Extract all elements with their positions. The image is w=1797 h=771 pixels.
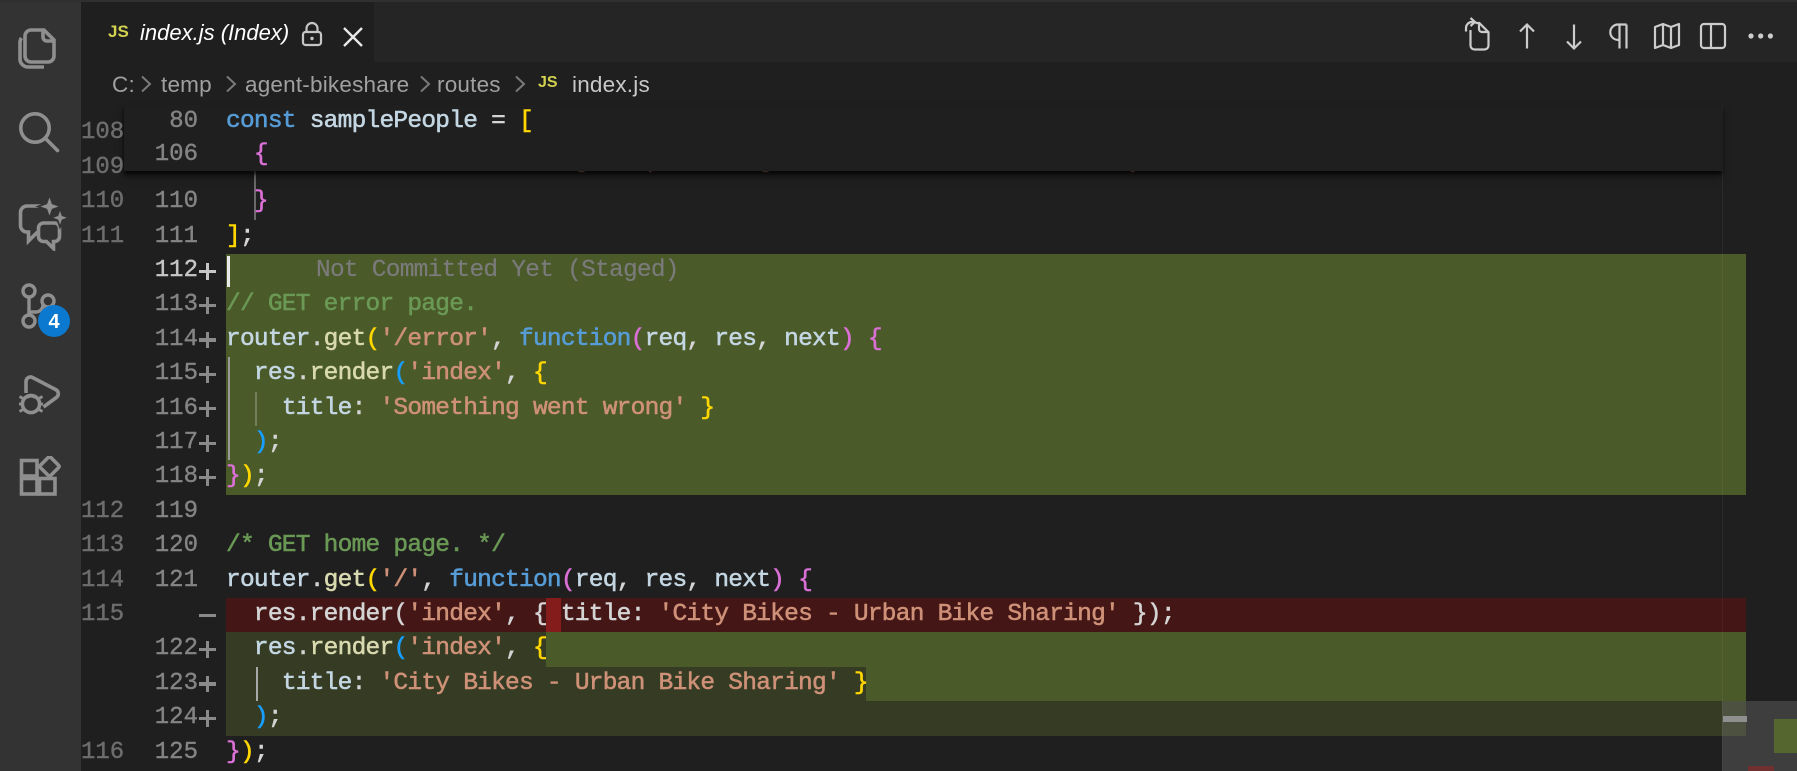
svg-text:4: 4 [48, 311, 60, 333]
